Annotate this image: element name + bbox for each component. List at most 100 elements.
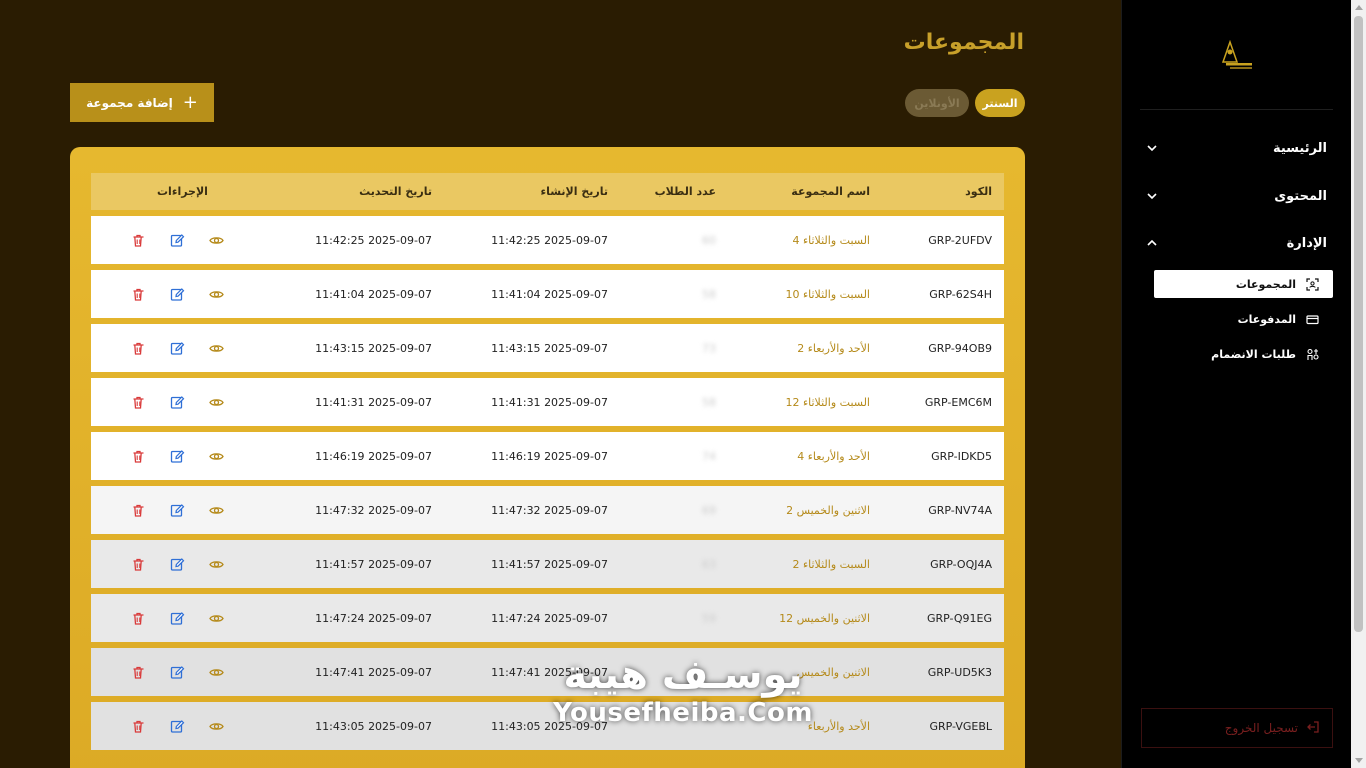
filter-online[interactable]: الأونلاين: [905, 89, 969, 117]
cell-updated: 2025-09-07 11:43:05: [315, 719, 432, 733]
delete-icon[interactable]: [131, 665, 146, 680]
nav-section-admin[interactable]: الإدارة: [1139, 228, 1333, 258]
logout-button[interactable]: تسجيل الخروج: [1141, 708, 1333, 748]
cell-count: 63: [702, 557, 716, 571]
cell-created: 2025-09-07 11:41:57: [491, 557, 608, 571]
cell-name: السبت والثلاثاء 2: [792, 557, 870, 571]
table-row: GRP-IDKD5 الأحد والأربعاء 4 74 2025-09-0…: [91, 432, 1004, 480]
delete-icon[interactable]: [131, 611, 146, 626]
cell-code: GRP-NV74A: [928, 503, 992, 517]
cell-code: GRP-UD5K3: [927, 665, 992, 679]
edit-icon[interactable]: [170, 503, 185, 518]
cell-name: الأحد والأربعاء 2: [797, 341, 870, 355]
logout-icon: [1306, 720, 1320, 737]
cell-updated: 2025-09-07 11:46:19: [315, 449, 432, 463]
cell-created: 2025-09-07 11:43:05: [491, 719, 608, 733]
cell-code: GRP-2UFDV: [928, 233, 992, 247]
view-icon[interactable]: [209, 503, 224, 518]
row-actions: [131, 378, 224, 426]
delete-icon[interactable]: [131, 341, 146, 356]
cell-count: 69: [702, 503, 716, 517]
scroll-down-icon[interactable]: [1355, 758, 1363, 763]
cell-count: 73: [702, 341, 716, 355]
delete-icon[interactable]: [131, 719, 146, 734]
edit-icon[interactable]: [170, 611, 185, 626]
cell-updated: 2025-09-07 11:41:31: [315, 395, 432, 409]
cell-name: السبت والثلاثاء 10: [785, 287, 870, 301]
header-created[interactable]: تاريخ الإنشاء: [540, 173, 608, 210]
table-row: GRP-VGEBL الأحد والأربعاء 2025-09-07 11:…: [91, 702, 1004, 750]
join-requests-icon: [1306, 348, 1319, 361]
cell-created: 2025-09-07 11:43:15: [491, 341, 608, 355]
sidebar-item-join-requests[interactable]: طلبات الانضمام: [1154, 340, 1333, 368]
row-actions: [131, 324, 224, 372]
cell-updated: 2025-09-07 11:42:25: [315, 233, 432, 247]
credit-card-icon: [1306, 313, 1319, 326]
edit-icon[interactable]: [170, 287, 185, 302]
nav-section-home[interactable]: الرئيسية: [1139, 133, 1333, 163]
scroll-up-icon[interactable]: [1355, 5, 1363, 10]
view-icon[interactable]: [209, 719, 224, 734]
view-icon[interactable]: [209, 395, 224, 410]
header-count[interactable]: عدد الطلاب: [655, 173, 716, 210]
cell-code: GRP-IDKD5: [931, 449, 992, 463]
page-scrollbar[interactable]: [1351, 0, 1366, 768]
header-code[interactable]: الكود: [965, 173, 992, 210]
sidebar-item-payments[interactable]: المدفوعات: [1154, 305, 1333, 333]
cell-name: السبت والثلاثاء 4: [792, 233, 870, 247]
view-icon[interactable]: [209, 611, 224, 626]
delete-icon[interactable]: [131, 395, 146, 410]
edit-icon[interactable]: [170, 341, 185, 356]
delete-icon[interactable]: [131, 449, 146, 464]
groups-scan-icon: [1306, 277, 1319, 291]
sidebar: الرئيسية المحتوى الإدارة المجموعات المدف…: [1121, 0, 1351, 768]
edit-icon[interactable]: [170, 395, 185, 410]
row-actions: [131, 270, 224, 318]
delete-icon[interactable]: [131, 503, 146, 518]
row-actions: [131, 648, 224, 696]
view-icon[interactable]: [209, 557, 224, 572]
cell-created: 2025-09-07 11:46:19: [491, 449, 608, 463]
table-row: GRP-OQJ4A السبت والثلاثاء 2 63 2025-09-0…: [91, 540, 1004, 588]
cell-name: الأحد والأربعاء 4: [797, 449, 870, 463]
cell-updated: 2025-09-07 11:43:15: [315, 341, 432, 355]
add-group-button[interactable]: + إضافة مجموعة: [70, 83, 214, 122]
view-icon[interactable]: [209, 341, 224, 356]
brand-logo[interactable]: [1220, 39, 1254, 70]
scroll-thumb[interactable]: [1354, 16, 1363, 632]
row-actions: [131, 540, 224, 588]
sidebar-item-groups[interactable]: المجموعات: [1154, 270, 1333, 298]
edit-icon[interactable]: [170, 233, 185, 248]
cell-name: الاثنين والخميس 12: [779, 611, 870, 625]
header-name[interactable]: اسم المجموعة: [791, 173, 870, 210]
view-icon[interactable]: [209, 665, 224, 680]
sidebar-item-join-requests-label: طلبات الانضمام: [1211, 347, 1296, 361]
table-body: GRP-2UFDV السبت والثلاثاء 4 60 2025-09-0…: [91, 216, 1004, 750]
cell-updated: 2025-09-07 11:41:04: [315, 287, 432, 301]
sidebar-item-groups-label: المجموعات: [1235, 277, 1296, 291]
edit-icon[interactable]: [170, 557, 185, 572]
delete-icon[interactable]: [131, 557, 146, 572]
cell-count: 59: [702, 611, 716, 625]
cell-code: GRP-Q91EG: [926, 611, 992, 625]
nav-section-content[interactable]: المحتوى: [1139, 181, 1333, 211]
filter-center[interactable]: السنتر: [975, 89, 1025, 117]
cell-code: GRP-OQJ4A: [930, 557, 992, 571]
logo-icon: [1221, 39, 1252, 69]
cell-count: 58: [702, 395, 716, 409]
cell-code: GRP-VGEBL: [929, 719, 992, 733]
delete-icon[interactable]: [131, 233, 146, 248]
edit-icon[interactable]: [170, 449, 185, 464]
row-actions: [131, 594, 224, 642]
nav-section-admin-label: الإدارة: [1286, 235, 1327, 251]
cell-code: GRP-62S4H: [929, 287, 992, 301]
view-icon[interactable]: [209, 233, 224, 248]
row-actions: [131, 702, 224, 750]
edit-icon[interactable]: [170, 719, 185, 734]
view-icon[interactable]: [209, 449, 224, 464]
header-updated[interactable]: تاريخ التحديث: [359, 173, 432, 210]
delete-icon[interactable]: [131, 287, 146, 302]
cell-created: 2025-09-07 11:41:31: [491, 395, 608, 409]
view-icon[interactable]: [209, 287, 224, 302]
edit-icon[interactable]: [170, 665, 185, 680]
